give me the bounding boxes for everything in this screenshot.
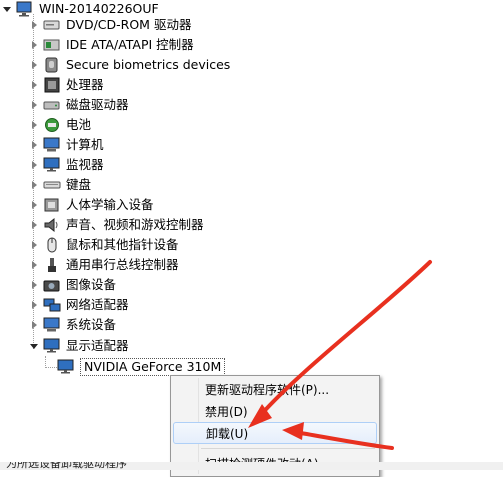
expand-arrow-icon[interactable] (29, 100, 39, 110)
expand-arrow-icon[interactable] (29, 160, 39, 170)
tree-item-label: 通用串行总线控制器 (66, 257, 179, 272)
tree-item-label: 显示适配器 (66, 338, 129, 353)
battery-icon (43, 117, 61, 133)
expand-arrow-icon[interactable] (29, 220, 39, 230)
tree-item-label: 图像设备 (66, 277, 117, 292)
tree-item-label: 处理器 (66, 77, 104, 92)
menu-item-update-driver[interactable]: 更新驱动程序软件(P)... (173, 378, 375, 400)
tree-item-hid[interactable]: 人体学输入设备 (29, 195, 154, 215)
tree-item-label: DVD/CD-ROM 驱动器 (66, 17, 192, 32)
expand-arrow-icon[interactable] (29, 140, 39, 150)
tree-item-disk-drive[interactable]: 磁盘驱动器 (29, 95, 129, 115)
expand-arrow-icon[interactable] (29, 60, 39, 70)
menu-item-disable[interactable]: 禁用(D) (173, 400, 375, 422)
menu-item-uninstall[interactable]: 卸载(U) (173, 422, 377, 444)
collapse-arrow-icon[interactable] (29, 341, 39, 351)
processor-icon (43, 77, 61, 93)
status-text: 为所选设备卸载驱动程序 (6, 462, 127, 470)
tree-item-label: 磁盘驱动器 (66, 97, 129, 112)
computer-icon (43, 137, 61, 153)
expand-arrow-icon[interactable] (29, 20, 39, 30)
tree-item-system-device[interactable]: 系统设备 (29, 315, 116, 335)
dvd-drive-icon (43, 17, 61, 33)
expand-arrow-icon[interactable] (29, 40, 39, 50)
expand-arrow-icon[interactable] (29, 320, 39, 330)
network-adapter-icon (43, 297, 61, 313)
tree-item-nvidia-geforce[interactable]: NVIDIA GeForce 310M (57, 357, 226, 376)
tree-item-label: 计算机 (66, 137, 104, 152)
tree-item-label: 声音、视频和游戏控制器 (66, 217, 204, 232)
biometrics-icon (43, 57, 61, 73)
usb-icon (43, 257, 61, 273)
tree-item-label: NVIDIA GeForce 310M (80, 357, 226, 376)
expand-arrow-icon[interactable] (29, 120, 39, 130)
expand-arrow-icon[interactable] (29, 280, 39, 290)
sound-icon (43, 217, 61, 233)
tree-item-label: 键盘 (66, 177, 92, 192)
disk-drive-icon (43, 97, 61, 113)
tree-item-ide-controller[interactable]: IDE ATA/ATAPI 控制器 (29, 35, 194, 55)
expand-arrow-icon[interactable] (29, 260, 39, 270)
tree-item-monitor[interactable]: 监视器 (29, 155, 104, 175)
expand-arrow-icon[interactable] (29, 180, 39, 190)
expand-arrow-icon[interactable] (29, 200, 39, 210)
tree-item-biometrics[interactable]: Secure biometrics devices (29, 55, 230, 75)
tree-item-usb[interactable]: 通用串行总线控制器 (29, 255, 179, 275)
camera-icon (43, 277, 61, 293)
tree-item-label: 鼠标和其他指针设备 (66, 237, 179, 252)
tree-item-keyboard[interactable]: 键盘 (29, 175, 91, 195)
tree-item-label: Secure biometrics devices (66, 57, 231, 72)
tree-item-dvd-drive[interactable]: DVD/CD-ROM 驱动器 (29, 15, 191, 35)
tree-item-computer[interactable]: 计算机 (29, 135, 104, 155)
hid-icon (43, 197, 61, 213)
display-adapter-icon (57, 359, 75, 375)
expand-arrow-icon[interactable] (29, 80, 39, 90)
tree-item-display-adapter[interactable]: 显示适配器 (29, 336, 129, 356)
expand-arrow-icon[interactable] (29, 240, 39, 250)
display-adapter-icon (43, 338, 61, 354)
tree-item-label: 系统设备 (66, 317, 117, 332)
mouse-icon (43, 237, 61, 253)
tree-item-mouse[interactable]: 鼠标和其他指针设备 (29, 235, 179, 255)
tree-item-network-adapter[interactable]: 网络适配器 (29, 295, 129, 315)
tree-guide-line (45, 367, 57, 368)
collapse-arrow-icon[interactable] (2, 4, 12, 14)
tree-item-battery[interactable]: 电池 (29, 115, 91, 135)
expand-arrow-icon[interactable] (29, 300, 39, 310)
keyboard-icon (43, 177, 61, 193)
tree-item-sound[interactable]: 声音、视频和游戏控制器 (29, 215, 204, 235)
monitor-icon (43, 157, 61, 173)
tree-item-label: 人体学输入设备 (66, 197, 154, 212)
ide-controller-icon (43, 37, 61, 53)
system-device-icon (43, 317, 61, 333)
menu-separator (201, 448, 375, 449)
tree-item-camera[interactable]: 图像设备 (29, 275, 116, 295)
tree-item-label: IDE ATA/ATAPI 控制器 (66, 37, 194, 52)
tree-item-label: 监视器 (66, 157, 104, 172)
tree-item-label: 网络适配器 (66, 297, 129, 312)
tree-item-processor[interactable]: 处理器 (29, 75, 104, 95)
status-bar: 为所选设备卸载驱动程序 (0, 462, 503, 470)
tree-item-label: 电池 (66, 117, 92, 132)
